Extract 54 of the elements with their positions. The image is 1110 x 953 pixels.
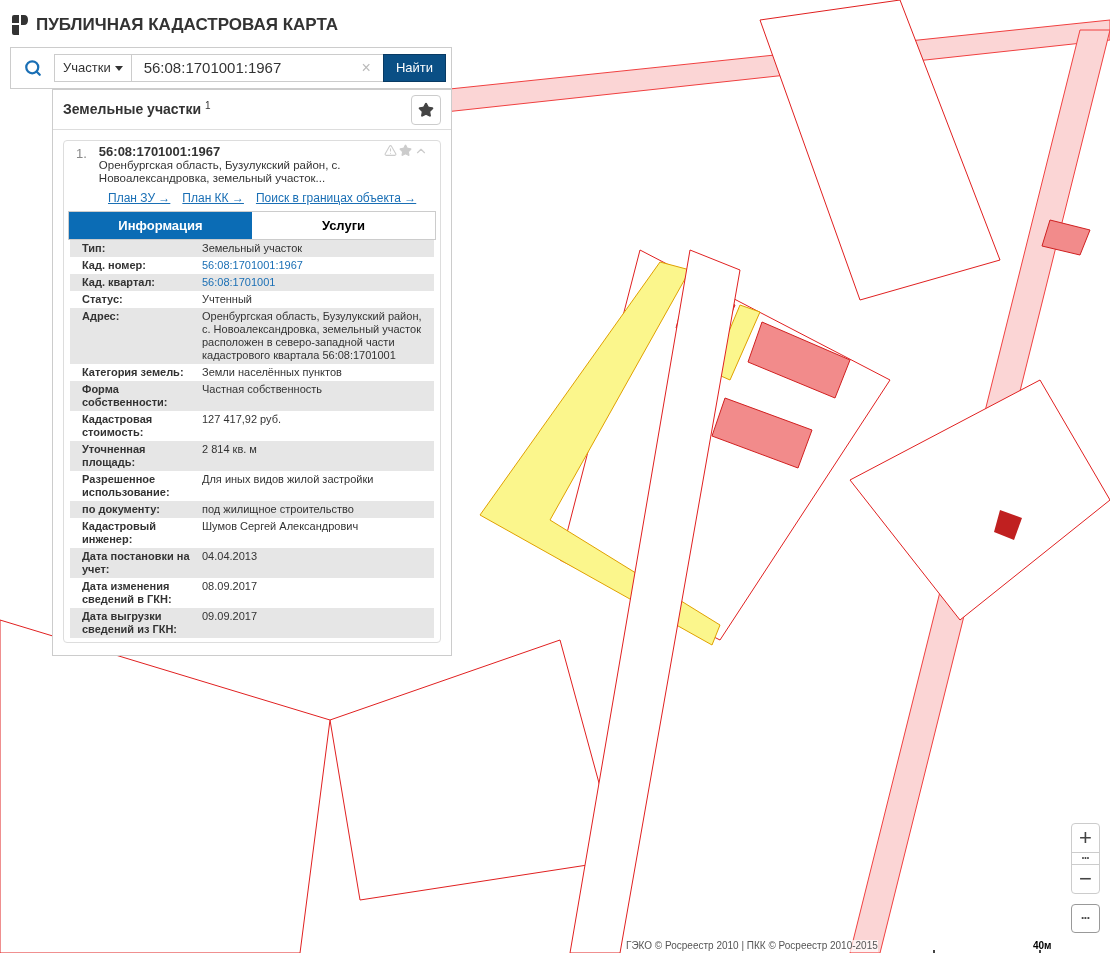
category-dropdown[interactable]: Участки [54, 54, 132, 82]
search-icon[interactable] [24, 59, 42, 77]
result-number[interactable]: 56:08:1701001:1967 [98, 144, 372, 159]
field-value: Оренбургская область, Бузулукский район, с. Новоалександровка, земельный участок расположен в северо-западной части кадастрового квартала 56:08:1701001 [202, 310, 422, 362]
link[interactable]: План КК → [182, 189, 244, 207]
field-label: Тип: [82, 242, 107, 255]
tab[interactable]: Информация [69, 212, 252, 239]
field-value[interactable]: 56:08:1701001:1967 [202, 259, 422, 272]
result-index: 1. [76, 145, 87, 163]
field-value: 09.09.2017 [202, 610, 259, 624]
field-label: Адрес: [82, 310, 121, 324]
field-value: 2 814 кв. м [202, 443, 258, 457]
search-field[interactable]: 56:08:1701001:1967 × [131, 54, 383, 82]
link[interactable]: План ЗУ → [108, 189, 171, 207]
attribution: ГЭКО © Росреестр 2010 | ПКК © Росреестр 2010-2015 [626, 940, 878, 952]
field-value: Учтенный [202, 293, 253, 306]
field-label: Кад. квартал: [82, 276, 157, 289]
star-icon[interactable] [399, 144, 412, 157]
find-button[interactable]: Найти [382, 54, 446, 82]
favorite-button[interactable] [411, 94, 441, 125]
zoom-out-button[interactable]: − [1072, 864, 1099, 893]
field-value: Частная собственность [202, 383, 324, 397]
field-value: под жилищное строительство [202, 503, 355, 516]
field-value: 127 417,92 руб. [202, 413, 283, 427]
field-label: Разрешенное использование: [82, 473, 171, 499]
more-button[interactable]: ••• [1071, 903, 1100, 933]
field-value: Земельный участок [202, 242, 304, 255]
field-label: Статус: [82, 293, 124, 306]
field-label: Дата выгрузки сведений из ГКН: [82, 610, 179, 636]
panel-title: Земельные участки $^{1}$ [63, 99, 211, 119]
field-value: 04.04.2013 [202, 550, 259, 564]
star-icon [418, 101, 434, 118]
field-value: Шумов Сергей Александрович [202, 520, 360, 534]
field-label: Дата изменения сведений в ГКН: [82, 580, 173, 606]
warning-icon[interactable] [384, 144, 397, 157]
field-label: Уточненная площадь: [82, 443, 147, 469]
field-label: Кадастровая стоимость: [82, 413, 154, 439]
field-label: Категория земель: [82, 366, 185, 379]
scale-label: 40м [1033, 939, 1052, 953]
result-address: Оренбургская область, Бузулукский район, с. Новоалександровка, земельный участок... [98, 159, 342, 185]
field-value: Для иных видов жилой застройки [202, 473, 375, 487]
field-label: Дата постановки на учет: [82, 550, 191, 576]
field-label: Кадастровый инженер: [82, 520, 157, 546]
field-value[interactable]: 56:08:1701001 [202, 276, 422, 289]
field-value: 08.09.2017 [202, 580, 259, 594]
caret-icon [114, 65, 123, 71]
zoom-in-button[interactable]: + [1072, 824, 1099, 852]
link[interactable]: Поиск в границах объекта → [255, 189, 417, 207]
logo-icon [12, 14, 28, 35]
field-label: по документу: [82, 503, 161, 516]
field-label: Кад. номер: [82, 259, 147, 272]
app-title: ПУБЛИЧНАЯ КАДАСТРОВАЯ КАРТА [36, 14, 338, 36]
field-value: Земли населённых пунктов [202, 366, 343, 379]
field-label: Форма собственности: [82, 383, 169, 409]
